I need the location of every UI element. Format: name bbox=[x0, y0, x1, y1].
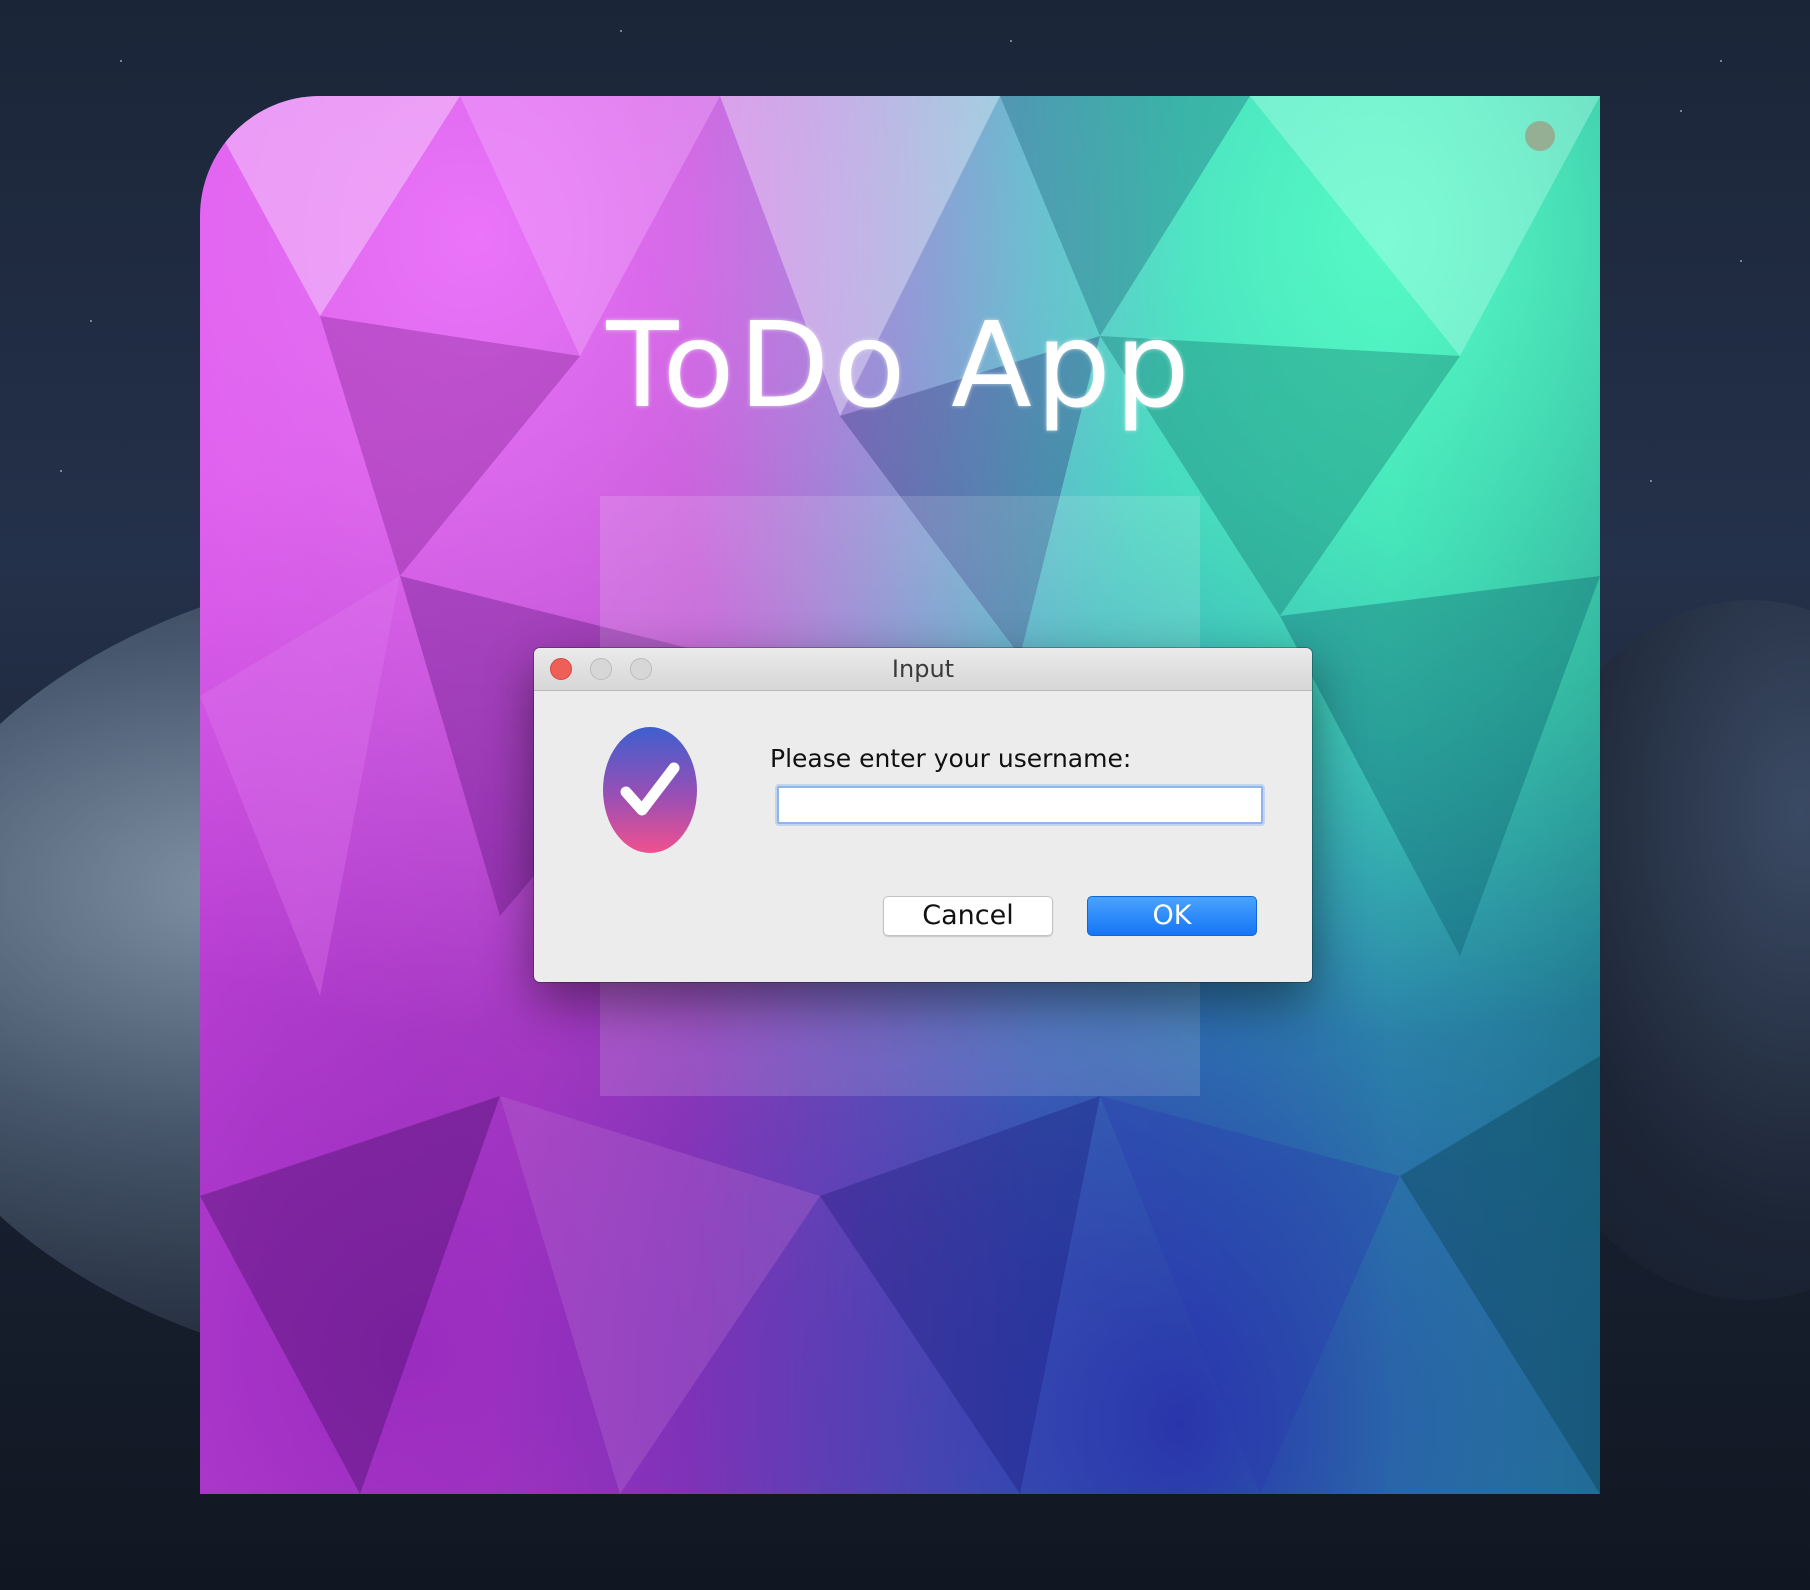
star bbox=[90, 320, 92, 322]
star bbox=[620, 30, 622, 32]
zoom-button[interactable] bbox=[630, 658, 652, 680]
status-dot-icon[interactable] bbox=[1525, 121, 1555, 151]
cancel-button[interactable]: Cancel bbox=[883, 896, 1053, 936]
star bbox=[1720, 60, 1722, 62]
star bbox=[1650, 480, 1652, 482]
close-button[interactable] bbox=[550, 658, 572, 680]
star bbox=[1680, 110, 1682, 112]
star bbox=[1010, 40, 1012, 42]
ok-button[interactable]: OK bbox=[1087, 896, 1257, 936]
dialog-titlebar[interactable]: Input bbox=[534, 648, 1312, 691]
checkmark-badge-icon bbox=[603, 727, 697, 853]
star bbox=[1740, 260, 1742, 262]
desktop-background: ToDo App Input Please enter your usernam… bbox=[0, 0, 1810, 1590]
minimize-button[interactable] bbox=[590, 658, 612, 680]
username-input[interactable] bbox=[777, 786, 1263, 824]
input-dialog: Input Please enter your username: Cancel… bbox=[534, 648, 1312, 982]
star bbox=[60, 470, 62, 472]
app-title: ToDo App bbox=[606, 296, 1194, 434]
username-prompt: Please enter your username: bbox=[770, 744, 1132, 773]
star bbox=[120, 60, 122, 62]
